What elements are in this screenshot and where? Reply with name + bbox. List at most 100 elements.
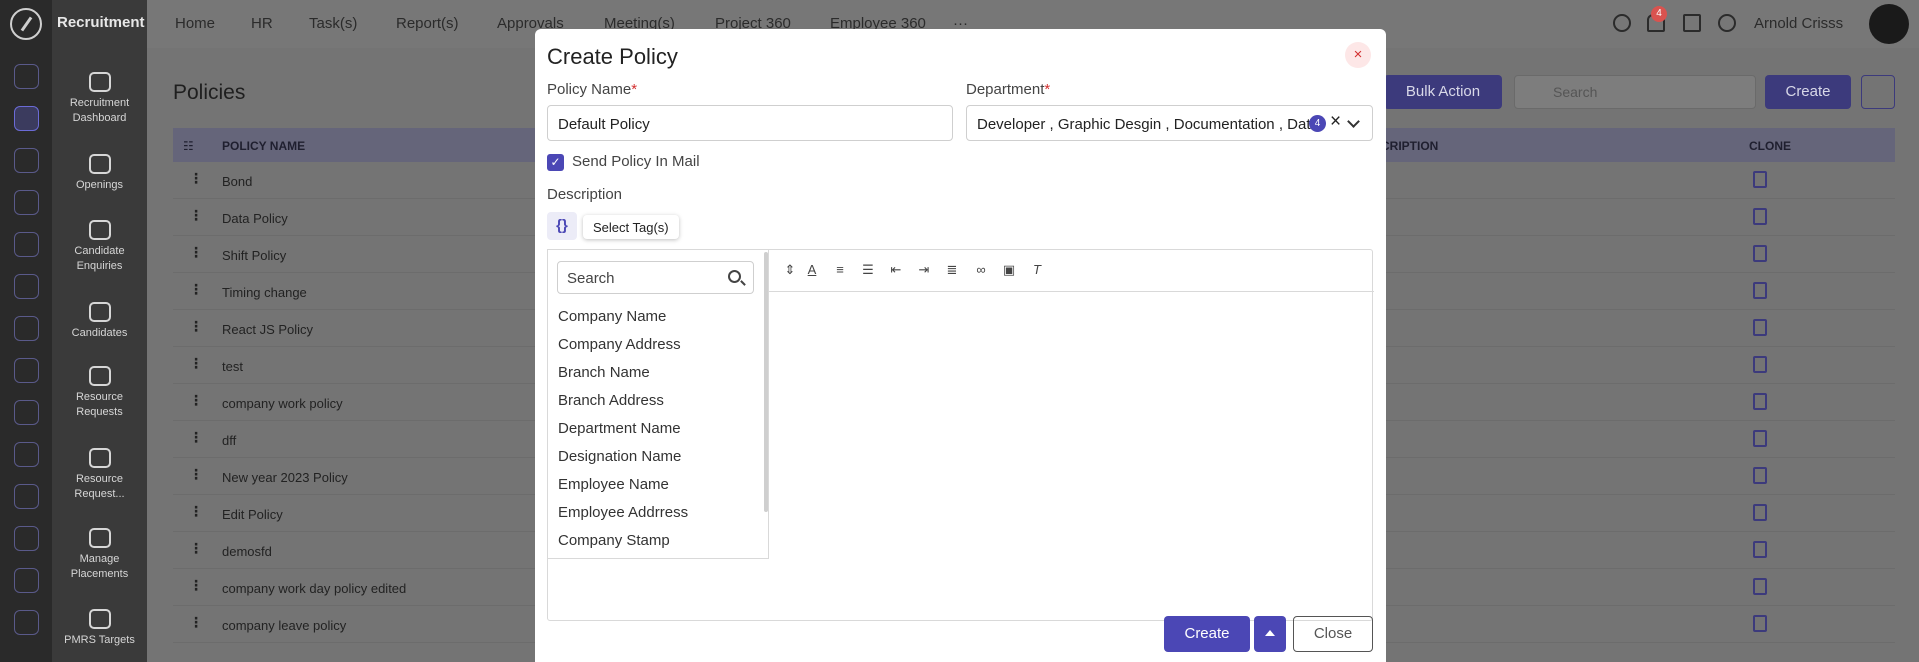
search-icon[interactable] [1613,14,1631,32]
tag-search-input[interactable]: Search [557,261,754,294]
calendar-icon[interactable] [14,232,39,257]
row-menu-icon[interactable]: ⋮ [189,392,203,409]
row-menu-icon[interactable]: ⋮ [189,577,203,594]
row-menu-icon[interactable]: ⋮ [189,614,203,631]
policy-name-field[interactable]: Default Policy [547,105,953,141]
policy-name-cell: Shift Policy [222,248,287,263]
clone-icon[interactable] [1753,467,1767,484]
tag-item[interactable]: Designation Name [558,448,681,465]
nav-tasks[interactable]: Task(s) [309,15,357,32]
policy-name-cell: company work day policy edited [222,581,407,596]
settings-gear-icon[interactable] [1718,14,1736,32]
nav-hr[interactable]: HR [251,15,273,32]
page-search-input[interactable]: Search [1514,75,1756,109]
font-color-icon[interactable]: A [804,263,820,277]
close-button[interactable]: Close [1293,616,1373,652]
chart-icon[interactable] [14,274,39,299]
recruitment-icon[interactable] [14,106,39,131]
row-menu-icon[interactable]: ⋮ [189,244,203,261]
policy-name-cell: company work policy [222,396,343,411]
row-menu-icon[interactable]: ⋮ [189,170,203,187]
tag-item[interactable]: Company Stamp [558,532,670,549]
sidebar-item-candidates[interactable]: Candidates [52,302,147,341]
close-icon[interactable]: × [1345,42,1371,68]
row-menu-icon[interactable]: ⋮ [189,429,203,446]
row-menu-icon[interactable]: ⋮ [189,540,203,557]
tag-item[interactable]: Branch Name [558,364,650,381]
clone-icon[interactable] [1753,541,1767,558]
search-icon [728,270,741,283]
sidebar-item-resource-requests[interactable]: Resource Requests [52,366,147,420]
tag-item[interactable]: Employee Addrress [558,504,688,521]
row-menu-icon[interactable]: ⋮ [189,355,203,372]
sidebar-item-manage-placements[interactable]: Manage Placements [52,528,147,582]
clone-icon[interactable] [1753,319,1767,336]
clone-icon[interactable] [1753,171,1767,188]
link-icon[interactable]: ∞ [973,263,989,277]
create-button[interactable]: Create [1164,616,1250,652]
tag-item[interactable]: Company Address [558,336,681,353]
dashboard-icon [88,72,111,92]
page-create-button[interactable]: Create [1765,75,1851,109]
clone-icon[interactable] [1753,245,1767,262]
house-icon[interactable] [14,568,39,593]
clone-icon[interactable] [1753,430,1767,447]
clear-format-icon[interactable]: T [1029,263,1045,277]
clone-icon[interactable] [1753,578,1767,595]
finance-icon[interactable] [14,190,39,215]
money-icon[interactable] [14,484,39,509]
settings-icon[interactable] [14,526,39,551]
align-icon[interactable]: ≣ [944,263,960,277]
row-menu-icon[interactable]: ⋮ [189,503,203,520]
apps-grid-icon[interactable] [1683,14,1701,32]
clone-icon[interactable] [1753,282,1767,299]
sidebar-item-resource-request-2[interactable]: Resource Request... [52,448,147,502]
column-clone[interactable]: CLONE [1749,139,1791,153]
column-policy-name[interactable]: POLICY NAME [222,139,305,153]
font-size-icon[interactable]: ⇕ [782,263,798,277]
outdent-icon[interactable]: ⇤ [888,263,904,277]
bullet-list-icon[interactable]: ☰ [860,263,876,277]
clone-icon[interactable] [1753,504,1767,521]
document-icon[interactable] [14,358,39,383]
select-tags-button[interactable]: {} [547,212,577,240]
row-menu-icon[interactable]: ⋮ [189,281,203,298]
sidebar-item-openings[interactable]: Openings [52,154,147,193]
clear-selection-icon[interactable]: × [1330,111,1341,133]
tag-item[interactable]: Branch Address [558,392,664,409]
column-settings-icon[interactable]: ☷ [183,139,194,153]
policy-name-cell: demosfd [222,544,272,559]
nav-home[interactable]: Home [175,15,215,32]
indent-icon[interactable]: ⇥ [916,263,932,277]
row-menu-icon[interactable]: ⋮ [189,466,203,483]
screen-icon[interactable] [14,442,39,467]
row-menu-icon[interactable]: ⋮ [189,207,203,224]
filter-icon[interactable] [1861,75,1895,109]
sidebar-item-candidate-enquiries[interactable]: Candidate Enquiries [52,220,147,274]
clone-icon[interactable] [1753,393,1767,410]
clone-icon[interactable] [1753,356,1767,373]
image-icon[interactable]: ▣ [1001,263,1017,277]
create-options-button[interactable] [1254,616,1286,652]
row-menu-icon[interactable]: ⋮ [189,318,203,335]
nav-reports[interactable]: Report(s) [396,15,459,32]
user-name[interactable]: Arnold Crisss [1754,15,1843,32]
tag-item[interactable]: Company Name [558,308,666,325]
plane-icon[interactable] [14,400,39,425]
sidebar-item-recruitment-dashboard[interactable]: Recruitment Dashboard [52,72,147,126]
bulk-action-button[interactable]: Bulk Action [1384,75,1502,109]
avatar[interactable] [1869,4,1909,44]
gear-icon[interactable] [14,610,39,635]
clone-icon[interactable] [1753,208,1767,225]
target-icon[interactable] [14,316,39,341]
hr-icon[interactable] [14,148,39,173]
dropdown-scrollbar[interactable] [764,252,768,512]
clone-icon[interactable] [1753,615,1767,632]
ordered-list-icon[interactable]: ≡ [832,263,848,277]
tag-item[interactable]: Employee Name [558,476,669,493]
send-mail-checkbox[interactable]: ✓ [547,154,564,171]
home-icon[interactable] [14,64,39,89]
app-logo-icon[interactable] [10,8,42,40]
tag-item[interactable]: Department Name [558,420,681,437]
sidebar-item-pmrs-targets[interactable]: PMRS Targets [52,609,147,648]
